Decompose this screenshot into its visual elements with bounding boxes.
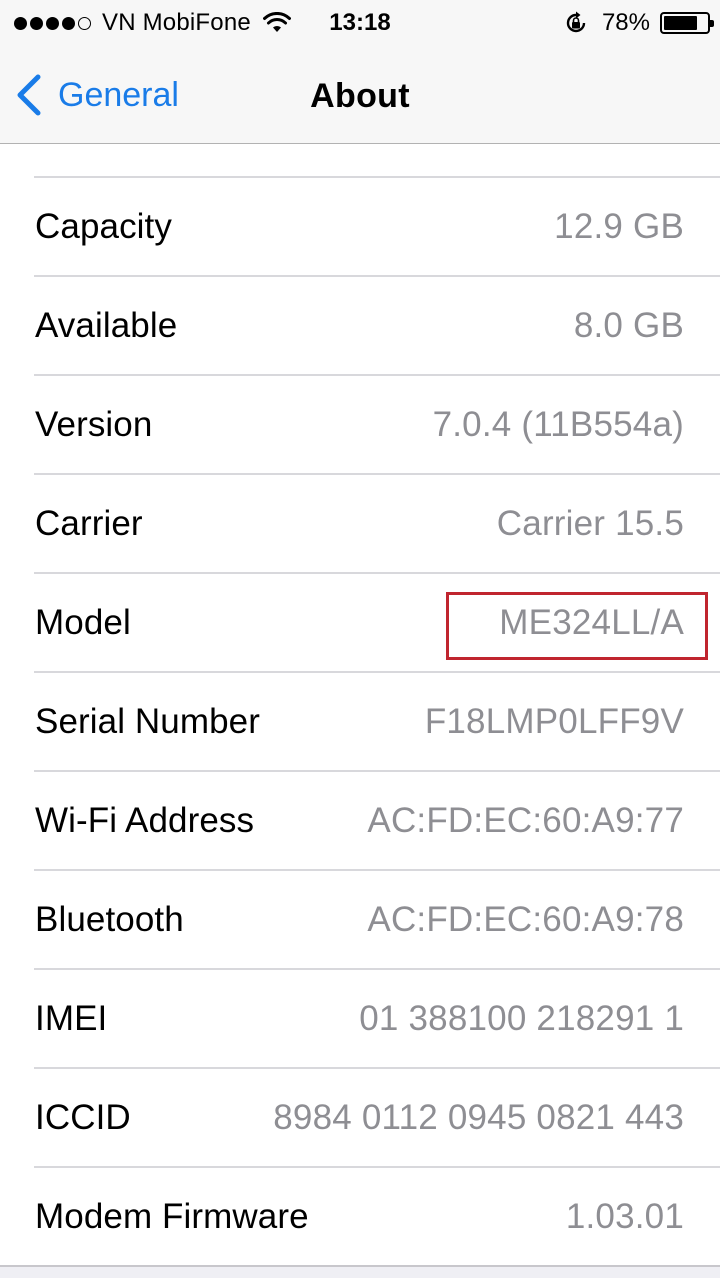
navigation-bar: General About <box>0 46 720 144</box>
list-item[interactable]: Serial Number F18LMP0LFF9V <box>0 673 720 770</box>
row-value: AC:FD:EC:60:A9:78 <box>367 899 684 939</box>
row-value: ME324LL/A <box>499 602 684 642</box>
row-label: Wi-Fi Address <box>35 800 255 840</box>
list-bottom-line <box>0 1265 720 1267</box>
row-value: 01 388100 218291 1 <box>359 998 684 1038</box>
row-value: Carrier 15.5 <box>496 503 684 543</box>
row-value: AC:FD:EC:60:A9:77 <box>367 800 684 840</box>
row-label: Available <box>35 305 178 345</box>
row-label: ICCID <box>35 1097 131 1137</box>
row-label: Version <box>35 404 153 444</box>
row-value: 1.03.01 <box>565 1196 684 1236</box>
rotation-lock-icon <box>566 11 586 33</box>
row-value: F18LMP0LFF9V <box>424 701 684 741</box>
battery-fill <box>664 16 697 30</box>
list-item[interactable]: Modem Firmware 1.03.01 <box>0 1168 720 1265</box>
battery-percent: 78% <box>601 9 650 36</box>
list-item[interactable]: Bluetooth AC:FD:EC:60:A9:78 <box>0 871 720 968</box>
list-item[interactable]: Capacity 12.9 GB <box>0 178 720 275</box>
row-label: Modem Firmware <box>35 1196 309 1236</box>
list-item[interactable]: IMEI 01 388100 218291 1 <box>0 970 720 1067</box>
status-right: 78% <box>564 9 714 37</box>
row-label: Capacity <box>35 206 172 246</box>
list-item[interactable]: Available 8.0 GB <box>0 277 720 374</box>
rows-container: Capacity 12.9 GB Available 8.0 GB Version 7.0… <box>0 178 720 1267</box>
list-item[interactable]: Wi-Fi Address AC:FD:EC:60:A9:77 <box>0 772 720 869</box>
row-value: 12.9 GB <box>554 206 684 246</box>
row-label: Model <box>35 602 131 642</box>
about-list: Capacity 12.9 GB Available 8.0 GB Version 7.0… <box>0 144 720 1267</box>
partial-row-clipped <box>0 144 720 176</box>
list-item[interactable]: ICCID 8984 0112 0945 0821 443 <box>0 1069 720 1166</box>
row-label: Bluetooth <box>35 899 184 939</box>
row-label: Carrier <box>35 503 143 543</box>
row-value: 7.0.4 (11B554a) <box>432 404 684 444</box>
list-item[interactable]: Version 7.0.4 (11B554a) <box>0 376 720 473</box>
page-title: About <box>310 77 410 115</box>
battery-tip <box>710 20 714 27</box>
status-bar: VN MobiFone 13:18 78% <box>0 0 720 46</box>
row-label: Serial Number <box>35 701 260 741</box>
row-label: IMEI <box>35 998 108 1038</box>
list-item[interactable]: Carrier Carrier 15.5 <box>0 475 720 572</box>
row-value: 8.0 GB <box>573 305 684 345</box>
list-item[interactable]: Model ME324LL/A <box>0 574 720 671</box>
row-value: 8984 0112 0945 0821 443 <box>273 1097 684 1137</box>
battery-icon <box>660 12 714 34</box>
about-screen: VN MobiFone 13:18 78% General About Capa… <box>0 0 720 1278</box>
